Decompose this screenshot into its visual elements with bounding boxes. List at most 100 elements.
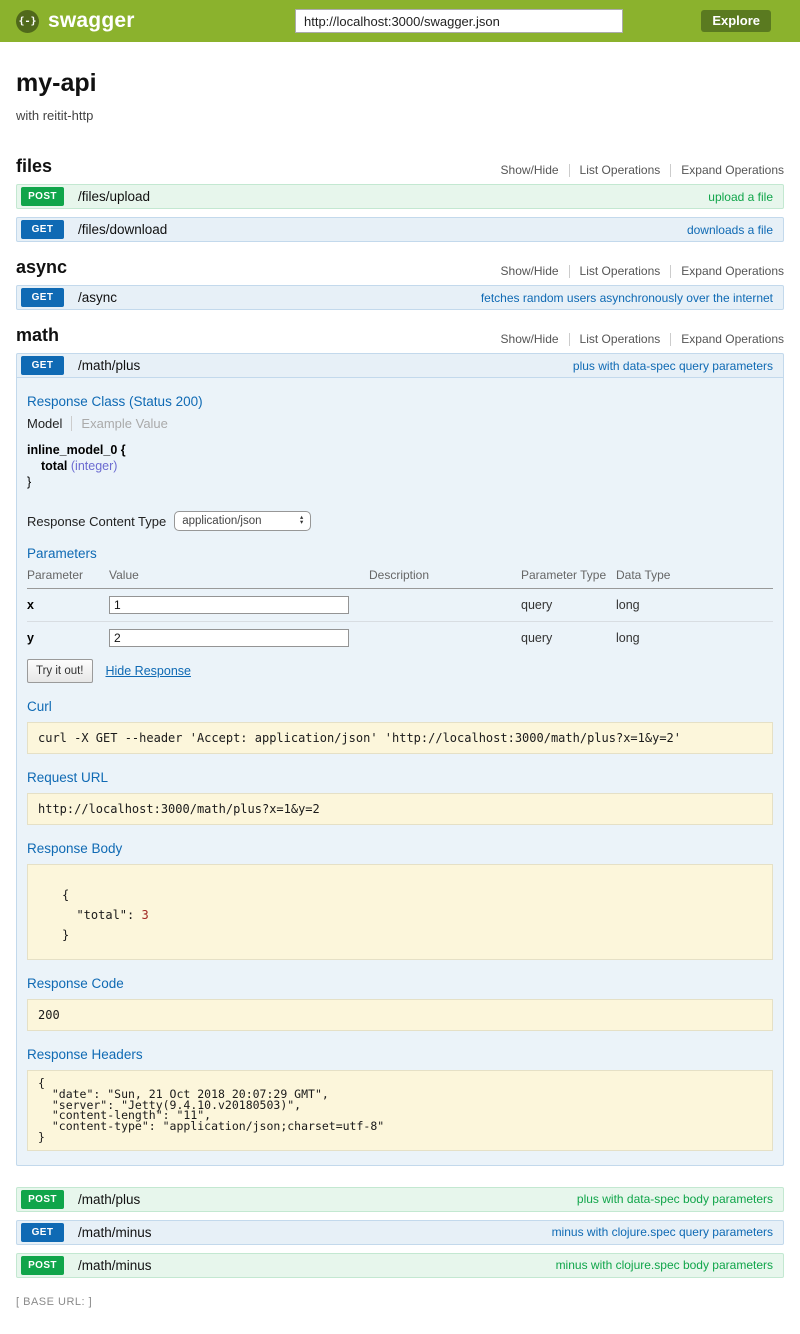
- list-operations-link[interactable]: List Operations: [580, 264, 661, 278]
- request-url-heading: Request URL: [27, 770, 773, 785]
- response-headers-heading: Response Headers: [27, 1047, 773, 1062]
- param-row-y: y query long: [27, 622, 773, 655]
- operation-summary[interactable]: plus with data-spec body parameters: [577, 1192, 779, 1206]
- section-title-files: files: [16, 156, 52, 177]
- curl-heading: Curl: [27, 699, 773, 714]
- model-field: total (integer): [27, 458, 773, 474]
- operation-row-post-math-minus[interactable]: POST /math/minus minus with clojure.spec…: [16, 1253, 784, 1278]
- show-hide-link[interactable]: Show/Hide: [501, 332, 559, 346]
- swagger-logo-icon: {-}: [16, 10, 39, 33]
- operation-row-get-async[interactable]: GET /async fetches random users asynchro…: [16, 285, 784, 310]
- response-content-type-label: Response Content Type: [27, 514, 166, 529]
- expand-operations-link[interactable]: Expand Operations: [681, 332, 784, 346]
- parameters-heading: Parameters: [27, 546, 773, 561]
- select-arrows-icon: ▴▾: [300, 516, 303, 525]
- param-type: query: [521, 589, 616, 622]
- operation-path[interactable]: /files/upload: [78, 189, 150, 204]
- list-operations-link[interactable]: List Operations: [580, 332, 661, 346]
- operation-summary[interactable]: upload a file: [708, 190, 779, 204]
- param-data-type: long: [616, 622, 773, 655]
- response-content-type-row: Response Content Type application/json ▴…: [27, 511, 773, 531]
- operation-path[interactable]: /files/download: [78, 222, 167, 237]
- swagger-brand-link[interactable]: {-} swagger: [16, 9, 135, 33]
- operation-expanded-get-math-plus: GET /math/plus plus with data-spec query…: [16, 353, 784, 1166]
- section-controls: Show/Hide List Operations Expand Operati…: [501, 163, 784, 177]
- response-code-box: 200: [27, 999, 773, 1031]
- api-description: with reitit-http: [16, 108, 784, 123]
- param-row-x: x query long: [27, 589, 773, 622]
- section-title-async: async: [16, 257, 67, 278]
- column-header-value: Value: [109, 566, 369, 589]
- actions-row: Try it out! Hide Response: [27, 659, 773, 683]
- operation-summary[interactable]: fetches random users asynchronously over…: [481, 291, 779, 305]
- show-hide-link[interactable]: Show/Hide: [501, 163, 559, 177]
- operation-path[interactable]: /math/minus: [78, 1258, 152, 1273]
- response-code-heading: Response Code: [27, 976, 773, 991]
- hide-response-link[interactable]: Hide Response: [106, 664, 191, 678]
- operation-row-post-math-plus[interactable]: POST /math/plus plus with data-spec body…: [16, 1187, 784, 1212]
- api-title: my-api: [16, 69, 784, 98]
- method-badge: GET: [21, 356, 64, 375]
- param-name: y: [27, 622, 109, 655]
- model-close-brace: }: [27, 474, 773, 490]
- operation-row-get-math-minus[interactable]: GET /math/minus minus with clojure.spec …: [16, 1220, 784, 1245]
- column-header-description: Description: [369, 566, 521, 589]
- separator: [569, 333, 570, 346]
- response-body-heading: Response Body: [27, 841, 773, 856]
- response-content-type-select[interactable]: application/json ▴▾: [174, 511, 311, 531]
- operation-row-post-files-upload[interactable]: POST /files/upload upload a file: [16, 184, 784, 209]
- method-badge: GET: [21, 288, 64, 307]
- expand-operations-link[interactable]: Expand Operations: [681, 264, 784, 278]
- param-name: x: [27, 589, 109, 622]
- tab-example-value[interactable]: Example Value: [81, 416, 167, 431]
- operation-path[interactable]: /math/plus: [78, 358, 140, 373]
- section-files: files Show/Hide List Operations Expand O…: [16, 156, 784, 242]
- operation-summary[interactable]: downloads a file: [687, 223, 779, 237]
- explore-button[interactable]: Explore: [701, 10, 771, 32]
- operation-path[interactable]: /math/minus: [78, 1225, 152, 1240]
- curl-command-box: curl -X GET --header 'Accept: applicatio…: [27, 722, 773, 754]
- model-signature: inline_model_0 { total (integer) }: [27, 442, 773, 490]
- method-badge: GET: [21, 1223, 64, 1242]
- operation-summary[interactable]: minus with clojure.spec body parameters: [556, 1258, 779, 1272]
- operation-summary[interactable]: plus with data-spec query parameters: [573, 359, 779, 373]
- separator: [71, 416, 72, 431]
- column-header-parameter-type: Parameter Type: [521, 566, 616, 589]
- try-it-out-button[interactable]: Try it out!: [27, 659, 93, 683]
- response-body-text: }: [62, 928, 69, 942]
- show-hide-link[interactable]: Show/Hide: [501, 264, 559, 278]
- response-body-box: { "total": 3 }: [27, 864, 773, 960]
- section-controls: Show/Hide List Operations Expand Operati…: [501, 264, 784, 278]
- section-title-math: math: [16, 325, 59, 346]
- request-url-box: http://localhost:3000/math/plus?x=1&y=2: [27, 793, 773, 825]
- api-page: my-api with reitit-http files Show/Hide …: [0, 69, 800, 1334]
- parameters-table: Parameter Value Description Parameter Ty…: [27, 566, 773, 654]
- param-y-input[interactable]: [109, 629, 349, 647]
- operation-path[interactable]: /math/plus: [78, 1192, 140, 1207]
- brand-title: swagger: [48, 9, 135, 33]
- operation-summary[interactable]: minus with clojure.spec query parameters: [552, 1225, 779, 1239]
- operation-detail-panel: Response Class (Status 200) Model Exampl…: [16, 378, 784, 1166]
- separator: [670, 164, 671, 177]
- operation-path[interactable]: /async: [78, 290, 117, 305]
- method-badge: GET: [21, 220, 64, 239]
- param-x-input[interactable]: [109, 596, 349, 614]
- response-class-heading: Response Class (Status 200): [27, 394, 773, 409]
- separator: [670, 265, 671, 278]
- method-badge: POST: [21, 187, 64, 206]
- column-header-data-type: Data Type: [616, 566, 773, 589]
- list-operations-link[interactable]: List Operations: [580, 163, 661, 177]
- param-data-type: long: [616, 589, 773, 622]
- tab-model[interactable]: Model: [27, 416, 62, 431]
- operation-row-get-math-plus[interactable]: GET /math/plus plus with data-spec query…: [16, 353, 784, 378]
- expand-operations-link[interactable]: Expand Operations: [681, 163, 784, 177]
- operation-row-get-files-download[interactable]: GET /files/download downloads a file: [16, 217, 784, 242]
- separator: [670, 333, 671, 346]
- model-name: inline_model_0 {: [27, 442, 773, 458]
- param-description: [369, 589, 521, 622]
- method-badge: POST: [21, 1190, 64, 1209]
- response-headers-box: { "date": "Sun, 21 Oct 2018 20:07:29 GMT…: [27, 1070, 773, 1151]
- model-tabs: Model Example Value: [27, 416, 773, 431]
- param-description: [369, 622, 521, 655]
- swagger-url-input[interactable]: [295, 9, 623, 33]
